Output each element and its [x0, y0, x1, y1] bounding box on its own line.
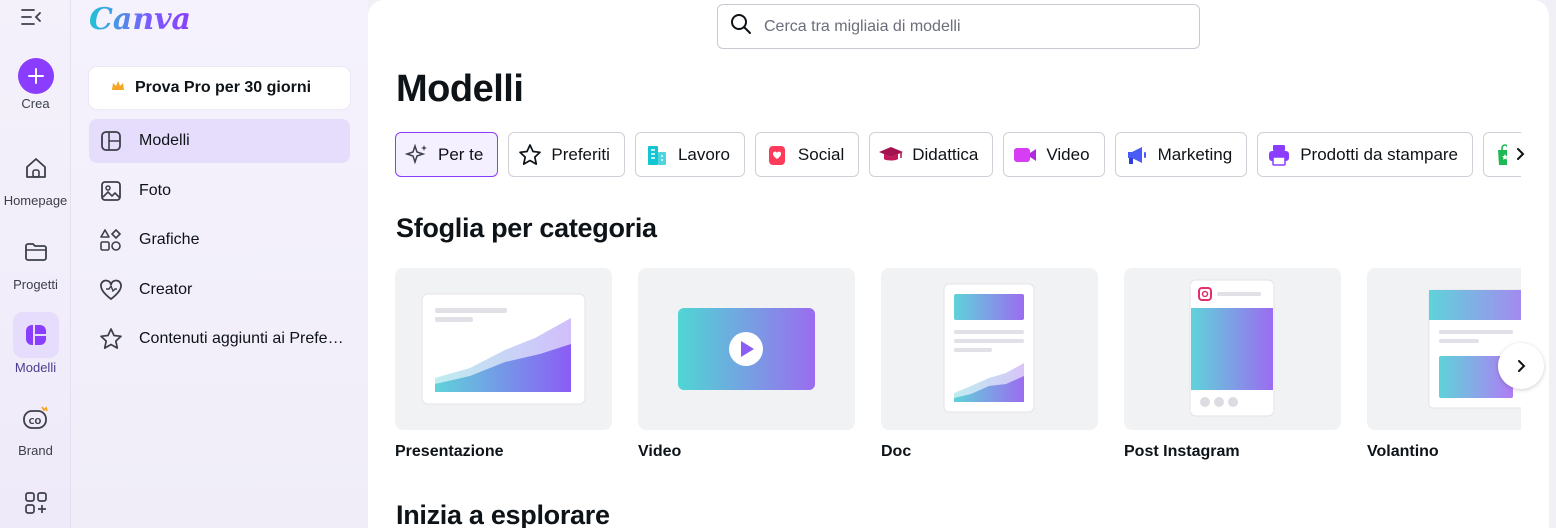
- explore-title: Inizia a esplorare: [396, 500, 610, 528]
- sidebar-item-modelli[interactable]: Modelli: [89, 119, 350, 163]
- chip-label: Social: [797, 144, 845, 164]
- sparkle-icon: [404, 142, 430, 168]
- rail-item-label: Brand: [18, 443, 53, 458]
- browse-category-title: Sfoglia per categoria: [396, 213, 657, 243]
- plus-icon: [17, 58, 54, 94]
- chevron-right-icon: [1517, 148, 1525, 160]
- rail-item-crea[interactable]: Crea: [0, 58, 71, 111]
- photo-icon: [99, 179, 123, 203]
- page-title: Modelli: [396, 68, 524, 110]
- category-label: Presentazione: [395, 443, 504, 460]
- search-icon: [730, 13, 752, 40]
- chip-social[interactable]: Social: [754, 132, 860, 177]
- chip-per-te[interactable]: Per te: [395, 132, 499, 177]
- rail-item-label: Crea: [21, 96, 50, 111]
- chip-marketing[interactable]: Marketing: [1114, 132, 1248, 177]
- main-panel: Modelli Per te Preferiti Lavoro Social: [368, 0, 1549, 528]
- template-icon: [12, 312, 59, 358]
- presentation-thumbnail: [395, 268, 612, 430]
- template-icon: [99, 129, 123, 153]
- flyer-thumbnail: [1367, 268, 1521, 430]
- canva-logo[interactable]: Canva: [89, 2, 191, 37]
- chip-label: Preferiti: [551, 144, 610, 164]
- pro-trial-button[interactable]: Prova Pro per 30 giorni: [89, 67, 350, 109]
- rail-item-label: Progetti: [13, 277, 58, 292]
- printer-icon: [1266, 142, 1292, 168]
- category-carousel: Presentazione Video Doc Post Instagram V…: [395, 268, 1521, 468]
- secondary-sidebar: Canva Prova Pro per 30 giorni Modelli Fo…: [71, 0, 368, 528]
- shapes-icon: [99, 228, 123, 252]
- star-icon: [99, 327, 123, 351]
- carousel-next-button[interactable]: [1498, 343, 1544, 389]
- chip-label: Video: [1046, 144, 1090, 164]
- building-icon: [644, 142, 670, 168]
- sidebar-item-creator[interactable]: Creator: [89, 268, 350, 312]
- chip-label: Marketing: [1157, 144, 1233, 164]
- search-input[interactable]: [764, 17, 1184, 36]
- rail-item-apps[interactable]: [0, 480, 71, 526]
- category-label: Video: [638, 443, 682, 460]
- apps-icon: [13, 480, 59, 526]
- sidebar-item-label: Contenuti aggiunti ai Preferiti: [139, 330, 344, 347]
- chip-label: Per te: [438, 144, 484, 164]
- category-card-presentazione[interactable]: Presentazione: [395, 268, 612, 461]
- sidebar-item-grafiche[interactable]: Grafiche: [89, 218, 350, 262]
- rail-item-label: Homepage: [3, 193, 68, 208]
- chips-next-button[interactable]: [1507, 141, 1533, 167]
- chip-lavoro[interactable]: Lavoro: [634, 132, 745, 177]
- category-card-post-instagram[interactable]: Post Instagram: [1124, 268, 1341, 461]
- sidebar-item-label: Modelli: [139, 132, 190, 149]
- chip-label: Didattica: [912, 144, 979, 164]
- sidebar-item-foto[interactable]: Foto: [89, 169, 350, 213]
- sidebar-item-preferiti[interactable]: Contenuti aggiunti ai Preferiti: [89, 317, 350, 361]
- category-card-doc[interactable]: Doc: [881, 268, 1098, 461]
- right-edge: [1549, 0, 1556, 528]
- rail-item-homepage[interactable]: Homepage: [0, 145, 71, 208]
- chip-prodotti-da-stampare[interactable]: Prodotti da stampare: [1257, 132, 1474, 177]
- left-rail: Crea Homepage Progetti Modelli CO Brand: [0, 0, 71, 528]
- chip-video[interactable]: Video: [1003, 132, 1105, 177]
- sidebar-item-label: Creator: [139, 281, 193, 298]
- rail-item-label: Modelli: [14, 360, 57, 375]
- video-camera-icon: [1012, 142, 1038, 168]
- svg-text:CO: CO: [28, 417, 41, 426]
- megaphone-icon: [1124, 142, 1150, 168]
- social-heart-icon: [764, 142, 790, 168]
- sidebar-item-label: Foto: [139, 182, 172, 199]
- star-icon: [517, 142, 543, 168]
- graduation-cap-icon: [878, 142, 904, 168]
- chip-label: Prodotti da stampare: [1300, 144, 1459, 164]
- rail-item-modelli[interactable]: Modelli: [0, 312, 71, 375]
- chevron-right-icon: [1518, 360, 1526, 372]
- category-label: Volantino: [1367, 443, 1439, 460]
- rail-item-brand[interactable]: CO Brand: [0, 395, 71, 458]
- chip-label: Lavoro: [677, 144, 730, 164]
- instagram-thumbnail: [1124, 268, 1341, 430]
- chip-didattica[interactable]: Didattica: [869, 132, 994, 177]
- heart-icon: [99, 278, 123, 302]
- video-thumbnail: [638, 268, 855, 430]
- brand-icon: CO: [13, 395, 59, 441]
- category-card-video[interactable]: Video: [638, 268, 855, 461]
- sidebar-item-label: Grafiche: [139, 231, 200, 248]
- folder-icon: [13, 229, 59, 275]
- crown-icon: [111, 79, 125, 97]
- search-bar[interactable]: [717, 4, 1200, 49]
- pro-trial-label: Prova Pro per 30 giorni: [135, 79, 312, 96]
- category-chips: Per te Preferiti Lavoro Social Didattica: [395, 132, 1521, 178]
- rail-item-progetti[interactable]: Progetti: [0, 229, 71, 292]
- chip-preferiti[interactable]: Preferiti: [508, 132, 625, 177]
- category-label: Doc: [881, 443, 912, 460]
- home-icon: [13, 145, 59, 191]
- category-label: Post Instagram: [1124, 443, 1240, 460]
- collapse-menu-icon[interactable]: [19, 6, 43, 28]
- doc-thumbnail: [881, 268, 1098, 430]
